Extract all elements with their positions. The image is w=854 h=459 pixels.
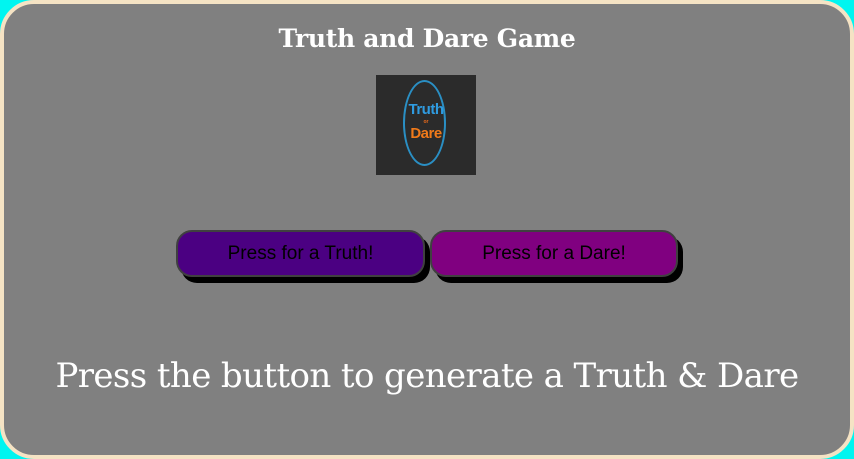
logo-word-dare: Dare [410,125,442,142]
logo-word-truth: Truth [408,101,445,118]
truth-button[interactable]: Press for a Truth! [176,230,425,277]
page-title: Truth and Dare Game [278,24,576,53]
truth-or-dare-logo: Truth or Dare [376,75,476,175]
game-card: Truth and Dare Game Truth or Dare Press … [0,0,854,459]
dare-button[interactable]: Press for a Dare! [430,230,678,277]
result-text: Press the button to generate a Truth & D… [55,356,799,396]
